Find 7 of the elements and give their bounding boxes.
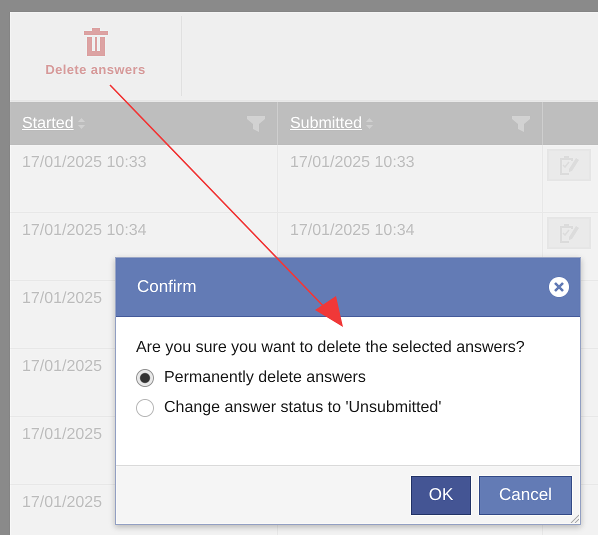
trash-icon <box>82 28 108 56</box>
resize-grip-icon[interactable] <box>569 513 579 523</box>
close-icon[interactable] <box>549 277 569 297</box>
ok-button[interactable]: OK <box>411 476 471 514</box>
cancel-button[interactable]: Cancel <box>479 476 572 514</box>
radio-button[interactable] <box>136 399 154 417</box>
radio-button[interactable] <box>136 369 154 387</box>
